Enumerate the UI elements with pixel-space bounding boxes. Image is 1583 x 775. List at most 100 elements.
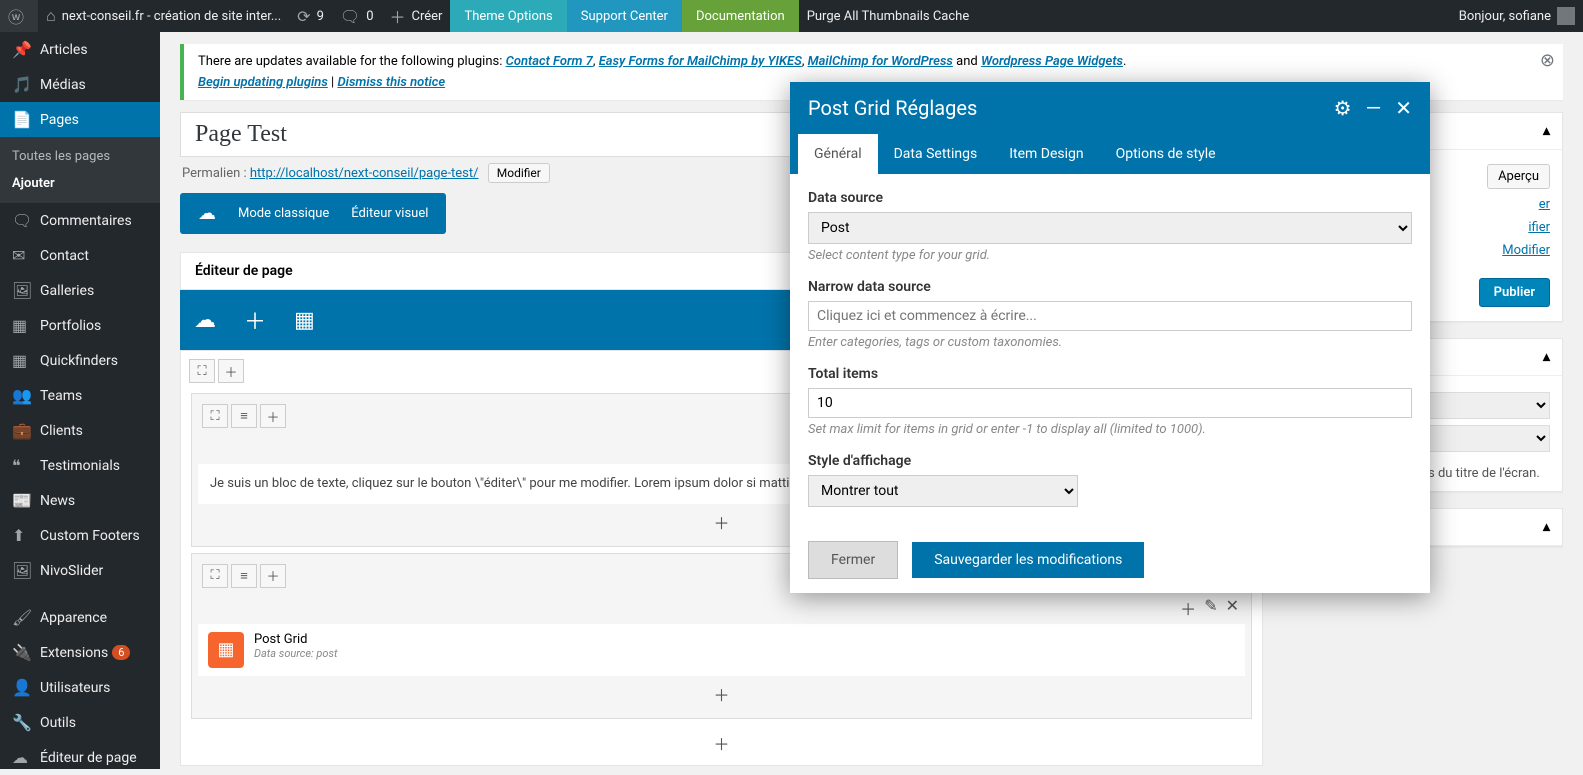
cloud-icon[interactable]: ☁ xyxy=(194,308,216,333)
modifier-link-3[interactable]: Modifier xyxy=(1502,243,1550,258)
post-grid-element[interactable]: ▦ Post Grid Data source: post xyxy=(198,624,1245,676)
add-icon[interactable]: ＋ xyxy=(260,404,286,428)
narrow-input[interactable] xyxy=(808,301,1412,331)
begin-updating-link[interactable]: Begin updating plugins xyxy=(198,75,328,90)
user-greeting[interactable]: Bonjour, sofiane xyxy=(1451,0,1583,32)
documentation-button[interactable]: Documentation xyxy=(682,0,799,32)
wordpress-icon: ⓦ xyxy=(8,4,24,28)
menu-tools[interactable]: 🔧Outils xyxy=(0,705,160,740)
total-items-label: Total items xyxy=(808,366,1412,382)
menu-teams[interactable]: 👥Teams xyxy=(0,378,160,413)
theme-options-button[interactable]: Theme Options xyxy=(450,0,566,32)
menu-appearance[interactable]: 🖌Apparence xyxy=(0,600,160,635)
publish-button[interactable]: Publier xyxy=(1479,278,1550,307)
menu-contact[interactable]: ✉Contact xyxy=(0,238,160,273)
menu-galleries[interactable]: 🖼Galleries xyxy=(0,273,160,308)
support-center-button[interactable]: Support Center xyxy=(567,0,682,32)
add-icon[interactable]: ＋ xyxy=(713,686,729,705)
menu-clients[interactable]: 💼Clients xyxy=(0,413,160,448)
preview-button[interactable]: Aperçu xyxy=(1487,164,1550,189)
editor-mode-tabs: ☁ Mode classique Éditeur visuel xyxy=(180,193,446,234)
menu-quickfinders[interactable]: ▦Quickfinders xyxy=(0,343,160,378)
plugin-link-2[interactable]: Easy Forms for MailChimp by YIKES xyxy=(599,54,802,69)
menu-news[interactable]: 📰News xyxy=(0,483,160,518)
fullscreen-icon[interactable]: ⛶ xyxy=(202,404,228,428)
menu-users[interactable]: 👤Utilisateurs xyxy=(0,670,160,705)
menu-medias[interactable]: 🎵Médias xyxy=(0,67,160,102)
dismiss-notice-link[interactable]: Dismiss this notice xyxy=(337,75,445,90)
templates-icon[interactable]: ▦ xyxy=(294,308,315,333)
menu-pages[interactable]: 📄Pages xyxy=(0,102,160,137)
drag-icon[interactable]: ≡ xyxy=(231,404,257,428)
comment-icon: 🗨 xyxy=(12,211,32,230)
comment-count: 0 xyxy=(366,9,373,24)
image-icon: 🖼 xyxy=(12,281,32,300)
menu-nivoslider[interactable]: 🖼NivoSlider xyxy=(0,553,160,588)
close-icon[interactable]: ✕ xyxy=(1395,96,1412,120)
plus-icon: ＋ xyxy=(390,4,406,28)
visual-editor-tab[interactable]: Éditeur visuel xyxy=(351,206,428,221)
greeting-text: Bonjour, sofiane xyxy=(1459,9,1551,24)
tab-item-design[interactable]: Item Design xyxy=(993,134,1099,174)
classic-mode-tab[interactable]: Mode classique xyxy=(238,206,329,221)
add-icon[interactable]: ＋ xyxy=(1180,596,1196,620)
gear-icon[interactable]: ⚙ xyxy=(1334,96,1352,120)
add-icon[interactable]: ＋ xyxy=(713,735,729,754)
purge-cache[interactable]: Purge All Thumbnails Cache xyxy=(799,0,978,32)
edit-permalink-button[interactable]: Modifier xyxy=(488,163,550,183)
post-grid-settings-modal: Post Grid Réglages ⚙ — ✕ Général Data Se… xyxy=(790,82,1430,593)
menu-comments[interactable]: 🗨Commentaires xyxy=(0,203,160,238)
menu-plugins[interactable]: 🔌Extensions6 xyxy=(0,635,160,670)
tab-style-options[interactable]: Options de style xyxy=(1100,134,1232,174)
edit-icon[interactable]: ✎ xyxy=(1204,596,1217,620)
fullscreen-icon[interactable]: ⛶ xyxy=(189,359,215,383)
drag-icon[interactable]: ≡ xyxy=(231,564,257,588)
menu-portfolios[interactable]: ▦Portfolios xyxy=(0,308,160,343)
save-button[interactable]: Sauvegarder les modifications xyxy=(912,542,1144,578)
comments[interactable]: 🗨0 xyxy=(332,0,382,32)
toggle-icon[interactable]: ▴ xyxy=(1543,519,1550,535)
fullscreen-icon[interactable]: ⛶ xyxy=(202,564,228,588)
cloud-icon: ☁ xyxy=(12,748,32,767)
tab-general[interactable]: Général xyxy=(798,134,878,174)
modifier-link-1[interactable]: er xyxy=(1539,197,1550,212)
plugin-link-1[interactable]: Contact Form 7 xyxy=(506,54,593,69)
plugin-link-3[interactable]: MailChimp for WordPress xyxy=(808,54,953,69)
refresh-icon: ⟳ xyxy=(297,7,310,26)
plugin-icon: 🔌 xyxy=(12,643,32,662)
wp-logo[interactable]: ⓦ xyxy=(0,0,38,32)
permalink-url[interactable]: http://localhost/next-conseil/page-test/ xyxy=(250,166,479,181)
new-content[interactable]: ＋Créer xyxy=(382,0,451,32)
total-items-help: Set max limit for items in grid or enter… xyxy=(808,422,1412,437)
toggle-icon[interactable]: ▴ xyxy=(1543,123,1550,139)
total-items-input[interactable] xyxy=(808,388,1412,418)
minimize-icon[interactable]: — xyxy=(1366,96,1382,120)
menu-page-editor[interactable]: ☁Éditeur de page xyxy=(0,740,160,775)
submenu-add-page[interactable]: Ajouter xyxy=(0,170,160,197)
add-icon[interactable]: ＋ xyxy=(218,359,244,383)
mail-icon: ✉ xyxy=(12,246,32,265)
data-source-label: Data source xyxy=(808,190,1412,206)
home-icon: ⌂ xyxy=(46,6,56,26)
add-element-icon[interactable]: ＋ xyxy=(244,304,266,336)
close-icon[interactable]: ⊗ xyxy=(1540,50,1555,71)
site-name[interactable]: ⌂next-conseil.fr - création de site inte… xyxy=(38,0,289,32)
menu-custom-footers[interactable]: ⬆Custom Footers xyxy=(0,518,160,553)
menu-articles[interactable]: 📌Articles xyxy=(0,32,160,67)
close-icon[interactable]: ✕ xyxy=(1226,596,1239,620)
updates[interactable]: ⟳9 xyxy=(289,0,332,32)
tab-data-settings[interactable]: Data Settings xyxy=(878,134,994,174)
close-button[interactable]: Fermer xyxy=(808,541,898,579)
add-icon[interactable]: ＋ xyxy=(260,564,286,588)
add-icon[interactable]: ＋ xyxy=(713,514,729,533)
modifier-link-2[interactable]: ifier xyxy=(1528,220,1550,235)
media-icon: 🎵 xyxy=(12,75,32,94)
display-style-select[interactable]: Montrer tout xyxy=(808,475,1078,507)
toggle-icon[interactable]: ▴ xyxy=(1543,349,1550,365)
data-source-select[interactable]: Post xyxy=(808,212,1412,244)
menu-testimonials[interactable]: ❝Testimonials xyxy=(0,448,160,483)
submenu-all-pages[interactable]: Toutes les pages xyxy=(0,143,160,170)
modal-title: Post Grid Réglages xyxy=(808,96,1320,120)
cloud-icon: ☁ xyxy=(198,203,216,224)
plugin-link-4[interactable]: Wordpress Page Widgets xyxy=(981,54,1123,69)
